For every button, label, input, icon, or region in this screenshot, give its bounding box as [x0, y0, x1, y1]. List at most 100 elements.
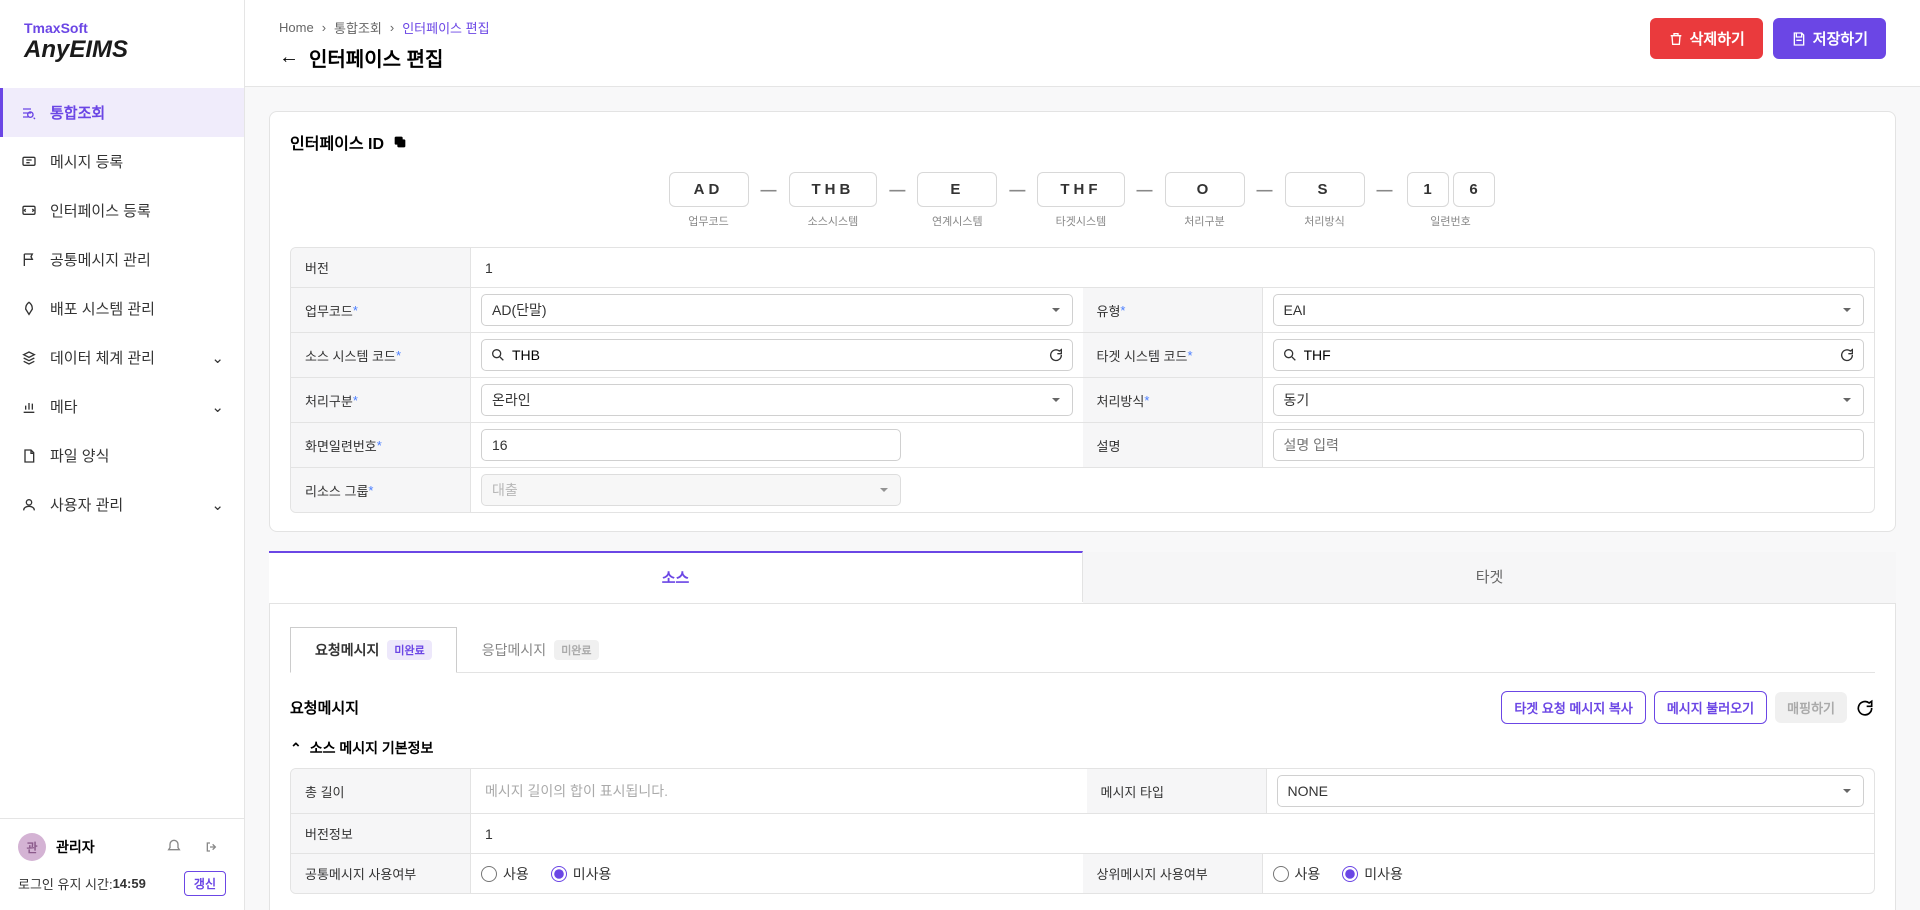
copy-target-button[interactable]: 타겟 요청 메시지 복사: [1501, 691, 1645, 724]
session-time: 14:59: [113, 876, 146, 891]
load-message-button[interactable]: 메시지 불러오기: [1654, 691, 1767, 724]
search-icon: [1282, 347, 1298, 363]
seq-input[interactable]: [481, 429, 901, 461]
back-icon[interactable]: ←: [279, 46, 299, 69]
msg-form: 총 길이 메시지 길이의 합이 표시됩니다. 메시지 타입 NONE 버전정보 …: [290, 768, 1875, 894]
id-serial: 16일련번호: [1405, 172, 1497, 229]
len-value: 메시지 길이의 합이 표시됩니다.: [471, 769, 1087, 813]
upper-use-radio[interactable]: 사용: [1273, 864, 1321, 884]
source-section: 요청메시지 미완료 응답메시지 미완료 요청메시지 타겟 요청 메시지 복사 메…: [269, 604, 1896, 910]
main: Home › 통합조회 › 인터페이스 편집 ← 인터페이스 편집 삭제하기: [245, 0, 1920, 910]
upper-nouse-radio[interactable]: 미사용: [1342, 864, 1403, 884]
method-label: 처리방식: [1083, 378, 1263, 422]
save-button[interactable]: 저장하기: [1773, 18, 1886, 59]
logo-brand: TmaxSoft: [24, 20, 220, 36]
msgver-value: 1: [471, 814, 1874, 853]
subtab-request[interactable]: 요청메시지 미완료: [290, 627, 457, 673]
avatar: 관: [18, 833, 46, 861]
main-tabs: 소스 타겟: [269, 552, 1896, 604]
sidebar-item-user[interactable]: 사용자 관리⌄: [0, 480, 244, 529]
tgt-input[interactable]: [1273, 339, 1865, 371]
session-row: 로그인 유지 시간: 14:59 갱신: [18, 871, 226, 896]
form-table: 버전 1 업무코드 AD(단말) 유형 EAI 소스 시스템 코드: [290, 247, 1875, 513]
id-segment: E연계시스템: [917, 172, 997, 229]
msgtype-select[interactable]: NONE: [1277, 775, 1865, 807]
type-label: 유형: [1083, 288, 1263, 332]
desc-label: 설명: [1083, 423, 1263, 467]
page-title: 인터페이스 편집: [309, 43, 443, 72]
desc-input[interactable]: [1273, 429, 1865, 461]
sidebar-item-rocket[interactable]: 배포 시스템 관리: [0, 284, 244, 333]
topbar: Home › 통합조회 › 인터페이스 편집 ← 인터페이스 편집 삭제하기: [245, 0, 1920, 87]
logo-product: AnyEIMS: [24, 36, 220, 64]
subtab-response[interactable]: 응답메시지 미완료: [457, 626, 624, 672]
type-select[interactable]: EAI: [1273, 294, 1865, 326]
res-label: 리소스 그룹: [291, 468, 471, 512]
src-input[interactable]: [481, 339, 1073, 371]
id-segment: THF타겟시스템: [1037, 172, 1124, 229]
len-label: 총 길이: [291, 769, 471, 813]
chevron-down-icon: ⌄: [211, 398, 224, 416]
sidebar-item-stack[interactable]: 데이터 체계 관리⌄: [0, 333, 244, 382]
logo: TmaxSoft AnyEIMS: [0, 0, 244, 84]
mapping-button: 매핑하기: [1775, 692, 1847, 723]
id-card-title: 인터페이스 ID: [290, 130, 384, 154]
user-row: 관 관리자: [18, 833, 226, 861]
chevron-down-icon: ⌄: [211, 349, 224, 367]
chevron-right-icon: ›: [390, 20, 394, 35]
src-label: 소스 시스템 코드: [291, 333, 471, 377]
rocket-icon: [20, 300, 38, 318]
sidebar-item-flag[interactable]: 공통메시지 관리: [0, 235, 244, 284]
refresh-icon[interactable]: [1048, 347, 1064, 363]
proc-label: 처리구분: [291, 378, 471, 422]
sidebar-nav: 통합조회메시지 등록인터페이스 등록공통메시지 관리배포 시스템 관리데이터 체…: [0, 84, 244, 818]
crumb-home[interactable]: Home: [279, 20, 314, 35]
id-segment: THB소스시스템: [789, 172, 878, 229]
common-use-radio[interactable]: 사용: [481, 864, 529, 884]
biz-label: 업무코드: [291, 288, 471, 332]
bell-icon[interactable]: [160, 833, 188, 861]
msgtype-label: 메시지 타입: [1087, 769, 1267, 813]
user-icon: [20, 496, 38, 514]
flag-icon: [20, 251, 38, 269]
crumb-current: 인터페이스 편집: [402, 18, 489, 37]
crumb-1[interactable]: 통합조회: [334, 18, 382, 37]
sidebar-item-message[interactable]: 메시지 등록: [0, 137, 244, 186]
session-refresh-button[interactable]: 갱신: [184, 871, 226, 896]
method-select[interactable]: 동기: [1273, 384, 1865, 416]
stack-icon: [20, 349, 38, 367]
req-section-title: 요청메시지: [290, 697, 359, 718]
biz-select[interactable]: AD(단말): [481, 294, 1073, 326]
delete-button[interactable]: 삭제하기: [1650, 18, 1763, 59]
save-label: 저장하기: [1813, 28, 1868, 49]
refresh-icon[interactable]: [1855, 698, 1875, 718]
file-icon: [20, 447, 38, 465]
copy-icon[interactable]: [392, 134, 408, 150]
chart-icon: [20, 398, 38, 416]
user-name: 관리자: [56, 837, 150, 857]
res-select: 대출: [481, 474, 901, 506]
sidebar-item-interface[interactable]: 인터페이스 등록: [0, 186, 244, 235]
sidebar-item-list-search[interactable]: 통합조회: [0, 88, 244, 137]
req-badge: 미완료: [387, 640, 431, 660]
common-label: 공통메시지 사용여부: [291, 854, 471, 893]
sidebar-item-chart[interactable]: 메타⌄: [0, 382, 244, 431]
chevron-up-icon: ⌃: [290, 740, 302, 757]
proc-select[interactable]: 온라인: [481, 384, 1073, 416]
upper-label: 상위메시지 사용여부: [1083, 854, 1263, 893]
chevron-down-icon: ⌄: [211, 496, 224, 514]
expand-basic-info[interactable]: ⌃ 소스 메시지 기본정보: [290, 738, 1875, 758]
breadcrumb: Home › 통합조회 › 인터페이스 편집: [279, 18, 490, 37]
sidebar-item-file[interactable]: 파일 양식: [0, 431, 244, 480]
tab-source[interactable]: 소스: [269, 551, 1083, 602]
list-search-icon: [20, 104, 38, 122]
res-badge: 미완료: [554, 640, 598, 660]
tab-target[interactable]: 타겟: [1083, 552, 1896, 603]
common-nouse-radio[interactable]: 미사용: [551, 864, 612, 884]
refresh-icon[interactable]: [1839, 347, 1855, 363]
logout-icon[interactable]: [198, 833, 226, 861]
tgt-label: 타겟 시스템 코드: [1083, 333, 1263, 377]
id-segment: O처리구분: [1165, 172, 1245, 229]
seq-label: 화면일련번호: [291, 423, 471, 467]
delete-label: 삭제하기: [1690, 28, 1745, 49]
